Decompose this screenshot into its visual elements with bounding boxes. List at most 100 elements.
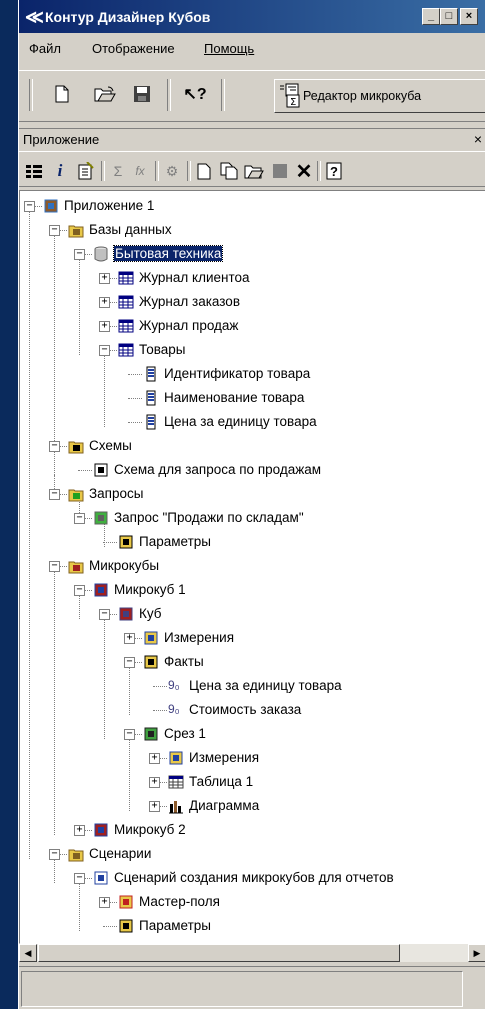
schema-icon [93, 462, 109, 478]
scenario-icon [93, 870, 109, 886]
tree-connector [78, 470, 92, 471]
collapse-toggle[interactable]: − [49, 489, 60, 500]
tree-node-label: Схемы [89, 438, 132, 453]
tree-connector [110, 350, 117, 351]
collapse-toggle[interactable]: − [124, 729, 135, 740]
tree-node-label: Микрокуб 1 [114, 582, 186, 597]
panel-toolbar-separator [317, 161, 321, 181]
copy-button[interactable] [218, 160, 240, 182]
collapse-toggle[interactable]: − [74, 873, 85, 884]
fact-measure-icon: 9₀ [168, 702, 180, 716]
tree-connector [128, 374, 142, 375]
save-button[interactable] [129, 81, 155, 107]
help-icon: ? [326, 162, 342, 180]
menu-help[interactable]: Помощь [204, 41, 254, 56]
tree-node-label: Куб [139, 606, 162, 621]
collapse-toggle[interactable]: − [49, 849, 60, 860]
tree-connector [79, 595, 80, 619]
expand-toggle[interactable]: + [99, 297, 110, 308]
stop-button[interactable] [269, 160, 291, 182]
tree-connector [60, 854, 67, 855]
toolbar-separator [221, 79, 225, 111]
table-icon [118, 270, 134, 286]
tree-node-label: Цена за единицу товара [189, 678, 342, 693]
menu-view[interactable]: Отображение [92, 41, 175, 56]
app-window: ≪ Контур Дизайнер Кубов _ □ × Файл Отобр… [18, 0, 485, 1009]
expand-toggle[interactable]: + [99, 321, 110, 332]
open-button[interactable] [92, 81, 118, 107]
new-file-icon [55, 85, 69, 103]
expand-toggle[interactable]: + [149, 753, 160, 764]
tree-connector [79, 259, 80, 355]
collapse-toggle[interactable]: − [124, 657, 135, 668]
collapse-toggle[interactable]: − [99, 609, 110, 620]
collapse-toggle[interactable]: − [49, 225, 60, 236]
expand-toggle[interactable]: + [99, 273, 110, 284]
svg-text:Σ: Σ [290, 97, 296, 108]
collapse-toggle[interactable]: − [99, 345, 110, 356]
open-button-panel[interactable] [243, 160, 265, 182]
field-icon [143, 366, 159, 382]
expand-toggle[interactable]: + [124, 633, 135, 644]
scroll-left-button[interactable]: ◀ [19, 944, 37, 962]
close-button[interactable]: × [460, 8, 478, 25]
collapse-toggle[interactable]: − [49, 441, 60, 452]
settings-button[interactable]: ⚙ [161, 160, 183, 182]
open-folder-icon [94, 86, 116, 102]
tree-connector [85, 518, 92, 519]
expand-toggle[interactable]: + [99, 897, 110, 908]
new-file-button[interactable] [49, 81, 75, 107]
toolbar-separator [167, 79, 171, 111]
tree-connector [60, 446, 67, 447]
tree-connector [85, 830, 92, 831]
tree-node-label: Идентификатор товара [164, 366, 311, 381]
tree-connector [128, 398, 142, 399]
tree-connector [110, 614, 117, 615]
application-icon [43, 198, 59, 214]
scroll-thumb[interactable] [38, 944, 400, 962]
minimize-button[interactable]: _ [422, 8, 440, 25]
tree-connector [135, 662, 142, 663]
collapse-toggle[interactable]: − [74, 513, 85, 524]
info-button[interactable]: i [49, 160, 71, 182]
delete-button[interactable]: ✕ [293, 160, 315, 183]
tree-connector [54, 571, 55, 835]
sum-button[interactable]: Σ [107, 160, 129, 182]
tree-node-label: Журнал заказов [139, 294, 240, 309]
collapse-toggle[interactable]: − [24, 201, 35, 212]
microcube-icon [93, 582, 109, 598]
facts-icon [143, 654, 159, 670]
tree-connector [160, 806, 167, 807]
cube-icon [118, 606, 134, 622]
expand-toggle[interactable]: + [74, 825, 85, 836]
context-help-button[interactable]: ↖? [182, 81, 208, 107]
horizontal-scrollbar[interactable]: ◀ ▶ [19, 944, 485, 962]
tree-node-label: Сценарий создания микрокубов для отчетов [114, 870, 394, 885]
expand-toggle[interactable]: + [149, 801, 160, 812]
title-bar[interactable]: ≪ Контур Дизайнер Кубов _ □ × [19, 0, 485, 33]
panel-close-button[interactable]: × [474, 131, 482, 147]
properties-button[interactable] [75, 160, 97, 182]
field-icon [143, 414, 159, 430]
scenarios-folder-icon [68, 846, 84, 862]
parameters-icon [118, 534, 134, 550]
maximize-button[interactable]: □ [440, 8, 458, 25]
new-button[interactable] [193, 160, 215, 182]
microcube-editor-button[interactable]: Σ Редактор микрокуба [274, 79, 485, 113]
tree-node-label: Запросы [89, 486, 144, 501]
help-button[interactable]: ? [323, 160, 345, 182]
function-button[interactable]: fx [129, 160, 151, 182]
menu-file[interactable]: Файл [29, 41, 61, 56]
collapse-toggle[interactable]: − [49, 561, 60, 572]
collapse-toggle[interactable]: − [74, 249, 85, 260]
microcubes-folder-icon [68, 558, 84, 574]
collapse-toggle[interactable]: − [74, 585, 85, 596]
slice-icon [143, 726, 159, 742]
scroll-right-button[interactable]: ▶ [468, 944, 485, 962]
application-tree[interactable]: − Приложение 1 − Базы данных − Бытовая техник… [19, 190, 485, 944]
tree-connector [128, 422, 142, 423]
expand-toggle[interactable]: + [149, 777, 160, 788]
list-view-button[interactable] [23, 160, 45, 182]
tree-node-label: Диаграмма [189, 798, 260, 813]
tree-connector [104, 355, 105, 427]
